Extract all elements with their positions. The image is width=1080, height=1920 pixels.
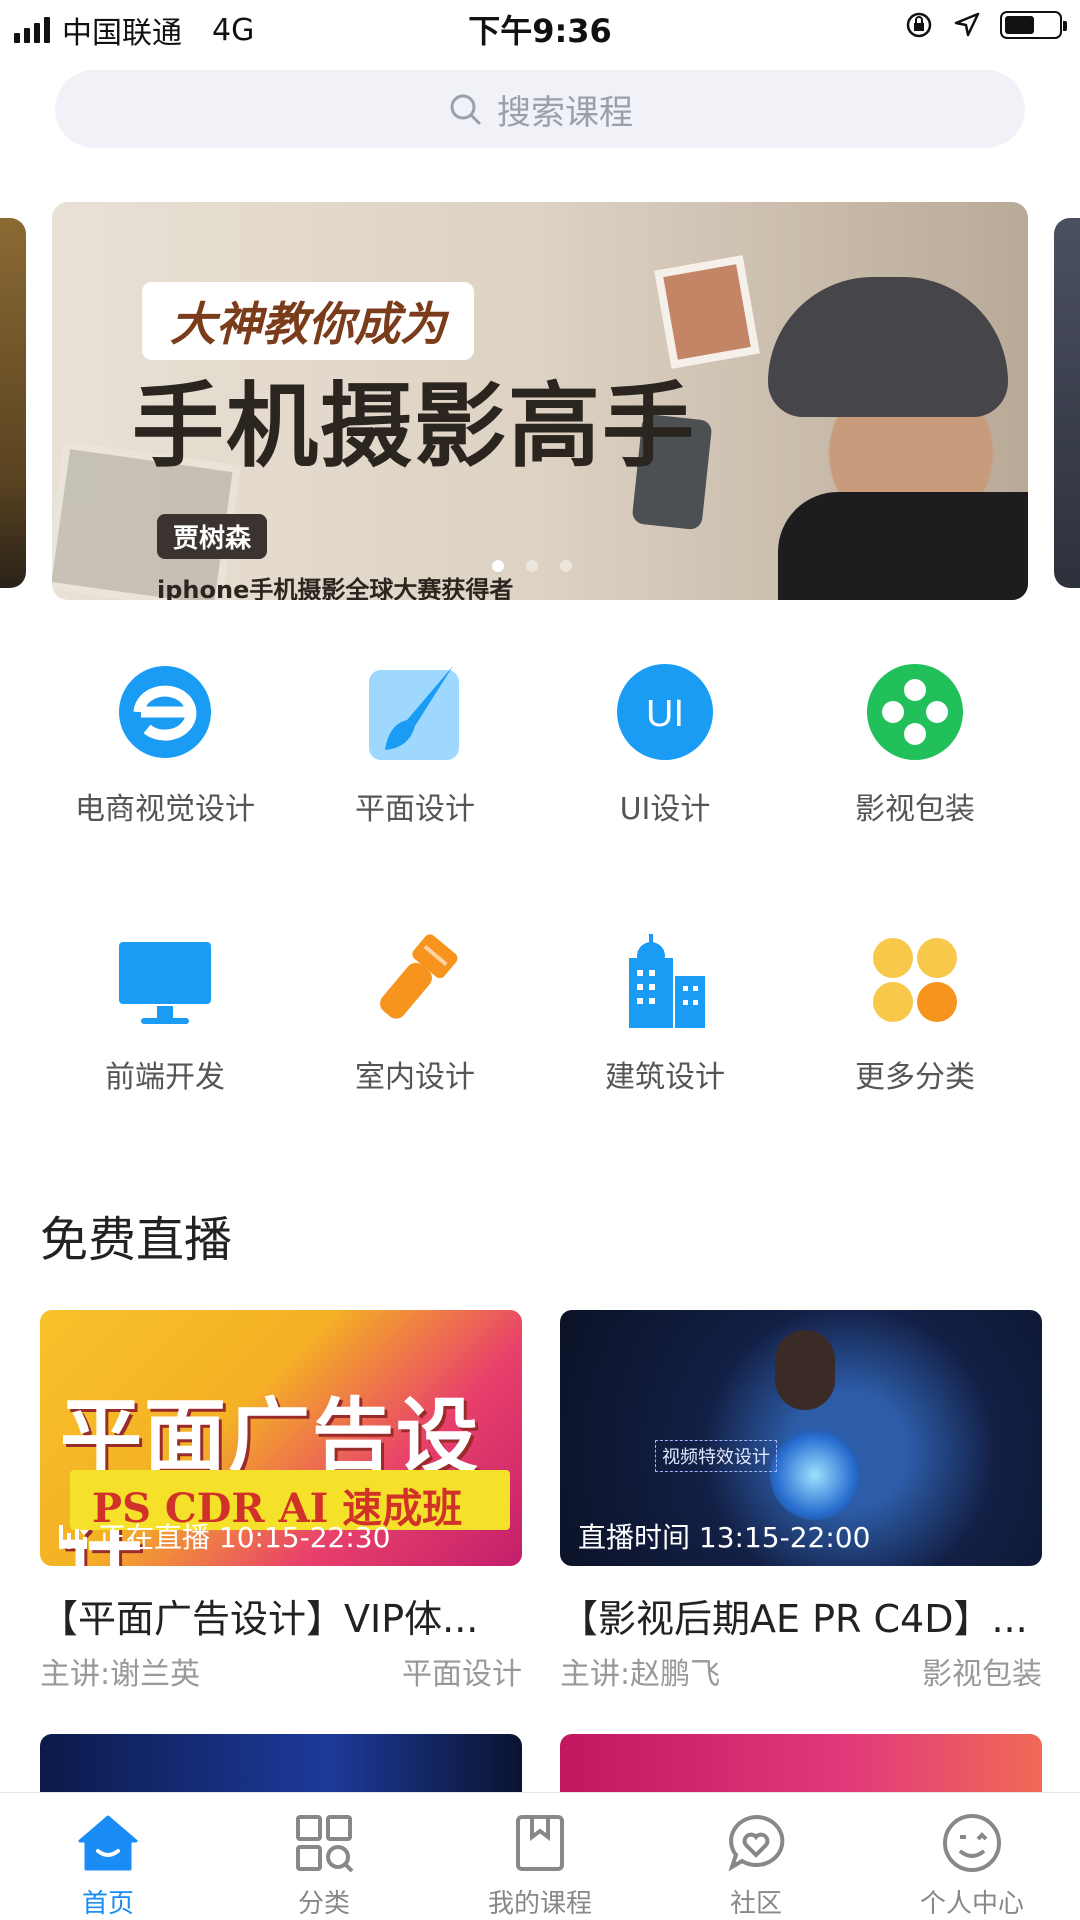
search-placeholder: 搜索课程 (497, 92, 633, 133)
banner-slide[interactable]: 大神教你成为 手机摄影高手 贾树森 iphone手机摄影全球大赛获得者 (52, 202, 1028, 600)
status-bar: 中国联通 4G 下午9:36 (0, 0, 1080, 56)
building-icon (613, 928, 717, 1032)
ui-badge-icon: UI (613, 660, 717, 764)
search-bar[interactable]: 搜索课程 (55, 70, 1025, 148)
monitor-icon (113, 928, 217, 1032)
live-card-thumbnail[interactable]: 视频特效设计 直播时间 13:15-22:00 (560, 1310, 1042, 1566)
category-label: 建筑设计 (605, 1060, 725, 1095)
chat-heart-icon (724, 1811, 788, 1875)
live-card-teacher: 主讲:赵鹏飞 (560, 1657, 721, 1692)
live-card[interactable]: 平面广告设计 PS CDR AI 速成班 正在直播 10:15-22:30 【平… (40, 1310, 522, 1693)
live-card-thumbnail-peek[interactable] (560, 1734, 1042, 1794)
battery-icon (1000, 11, 1067, 39)
section-title-live: 免费直播 (40, 1212, 233, 1268)
banner-prev-slide[interactable] (0, 218, 26, 588)
banner-title: 手机摄影高手 (132, 372, 697, 480)
category-item-architecture[interactable]: 建筑设计 (540, 928, 790, 1096)
banner-caption: iphone手机摄影全球大赛获得者 (157, 576, 514, 600)
category-label: 影视包装 (855, 792, 975, 827)
tab-label: 个人中心 (919, 1889, 1024, 1919)
home-icon (76, 1811, 140, 1875)
carousel-indicator (492, 560, 572, 572)
tab-my-courses[interactable]: 我的课程 (432, 1793, 648, 1920)
thumbnail-person (775, 1330, 835, 1410)
live-card-thumbnail-peek[interactable] (40, 1734, 522, 1794)
banner-subtitle: 大神教你成为 (142, 282, 474, 360)
tab-label: 我的课程 (487, 1889, 592, 1919)
live-card-category: 平面设计 (402, 1657, 522, 1692)
live-card-meta: 主讲:赵鹏飞 影视包装 (560, 1649, 1042, 1693)
tab-label: 分类 (297, 1889, 350, 1919)
tab-profile[interactable]: 个人中心 (864, 1793, 1080, 1920)
live-card[interactable]: 视频特效设计 直播时间 13:15-22:00 【影视后期AE PR C4D】.… (560, 1310, 1042, 1693)
smiley-profile-icon (940, 1811, 1004, 1875)
category-item-interior[interactable]: 室内设计 (290, 928, 540, 1096)
category-label: 室内设计 (355, 1060, 475, 1095)
category-item-more[interactable]: 更多分类 (790, 928, 1040, 1096)
live-card-teacher: 主讲:谢兰英 (40, 1657, 201, 1692)
tab-category[interactable]: 分类 (216, 1793, 432, 1920)
bookmark-icon (508, 1811, 572, 1875)
ecommerce-e-icon (113, 660, 217, 764)
banner-name-tag: 贾树森 (157, 514, 268, 559)
carousel-dot[interactable] (526, 560, 538, 572)
bottom-tab-bar: 首页 分类 我的课程 社区 个人中心 (0, 1792, 1080, 1920)
tab-home[interactable]: 首页 (0, 1793, 216, 1920)
banner-next-slide[interactable] (1054, 218, 1080, 588)
live-card-title: 【平面广告设计】VIP体... (40, 1597, 479, 1641)
banner-person-shirt (778, 492, 1028, 600)
rotation-lock-icon (906, 12, 932, 38)
category-item-ecommerce[interactable]: 电商视觉设计 (40, 660, 290, 828)
status-right (904, 10, 1067, 40)
carousel-dot[interactable] (560, 560, 572, 572)
category-label: 前端开发 (105, 1060, 225, 1095)
location-arrow-icon (954, 12, 980, 37)
live-bars-icon (59, 1525, 87, 1549)
live-status-text: 直播时间 13:15-22:00 (578, 1521, 871, 1554)
thumbnail-label: 视频特效设计 (655, 1440, 777, 1472)
live-status-text: 正在直播 10:15-22:30 (98, 1521, 391, 1554)
thumbnail-globe (770, 1430, 860, 1520)
live-status: 直播时间 13:15-22:00 (578, 1516, 870, 1556)
category-item-ui[interactable]: UI UI设计 (540, 660, 790, 828)
more-dots-icon (863, 928, 967, 1032)
category-label: 电商视觉设计 (75, 792, 255, 827)
battery-level (1005, 16, 1034, 34)
category-label: 更多分类 (855, 1060, 975, 1095)
category-label: UI设计 (619, 792, 711, 827)
carousel-dot[interactable] (492, 560, 504, 572)
live-card-meta: 主讲:谢兰英 平面设计 (40, 1649, 522, 1693)
flashlight-icon (363, 928, 467, 1032)
category-item-frontend[interactable]: 前端开发 (40, 928, 290, 1096)
live-card-title: 【影视后期AE PR C4D】... (560, 1597, 1028, 1641)
banner-carousel[interactable]: 大神教你成为 手机摄影高手 贾树森 iphone手机摄影全球大赛获得者 (0, 202, 1080, 602)
film-reel-icon (863, 660, 967, 764)
live-status: 正在直播 10:15-22:30 (58, 1516, 390, 1556)
tab-label: 社区 (729, 1889, 782, 1919)
category-item-film[interactable]: 影视包装 (790, 660, 1040, 828)
svg-text:UI: UI (646, 693, 684, 735)
category-item-graphic[interactable]: 平面设计 (290, 660, 540, 828)
tab-community[interactable]: 社区 (648, 1793, 864, 1920)
category-grid-icon (292, 1811, 356, 1875)
live-card-thumbnail[interactable]: 平面广告设计 PS CDR AI 速成班 正在直播 10:15-22:30 (40, 1310, 522, 1566)
tab-label: 首页 (81, 1889, 134, 1919)
search-icon (450, 94, 481, 125)
category-label: 平面设计 (355, 792, 475, 827)
live-card-category: 影视包装 (922, 1657, 1042, 1692)
paintbrush-icon (363, 660, 467, 764)
